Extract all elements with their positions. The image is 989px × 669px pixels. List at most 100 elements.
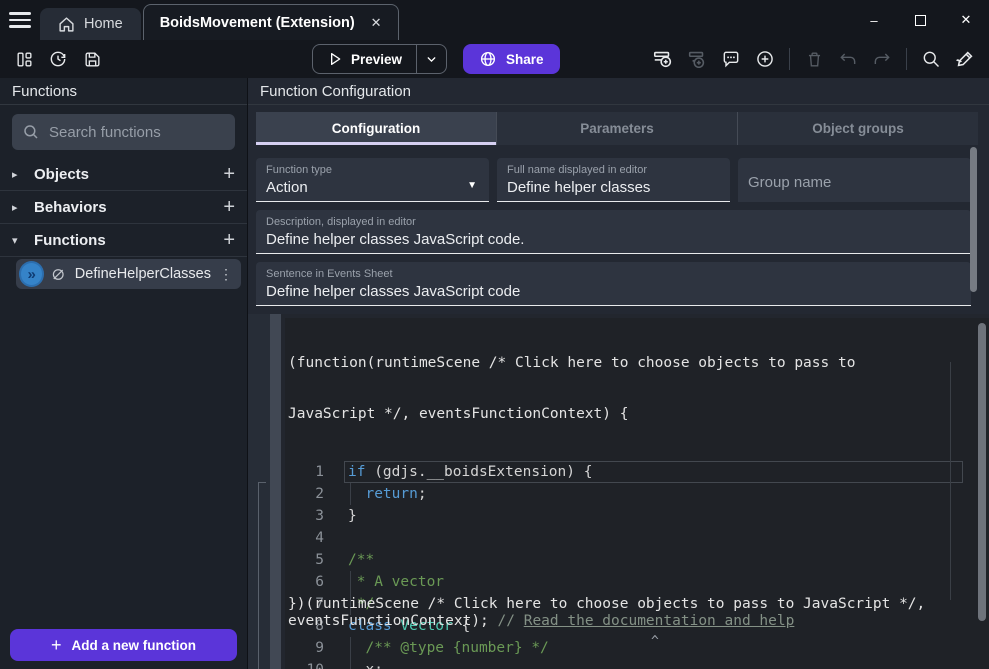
- function-type-value: Action: [266, 179, 479, 196]
- dropdown-arrow-icon: ▼: [467, 180, 477, 191]
- save-button[interactable]: [78, 45, 106, 73]
- tab-close-icon[interactable]: ✕: [371, 15, 382, 31]
- preview-button[interactable]: Preview: [312, 44, 447, 74]
- home-icon: [58, 16, 75, 33]
- window-minimize-button[interactable]: –: [851, 0, 897, 40]
- add-comment-button[interactable]: [717, 45, 745, 73]
- caret-right-icon[interactable]: ▸: [12, 168, 24, 181]
- caret-right-icon[interactable]: ▸: [12, 201, 24, 214]
- javascript-code-editor[interactable]: (function(runtimeScene /* Click here to …: [285, 318, 989, 669]
- function-type-select[interactable]: Function type Action ▼: [256, 158, 489, 202]
- line-number: 6: [285, 571, 334, 593]
- group-name-input[interactable]: [748, 174, 961, 191]
- line-number: 3: [285, 505, 334, 527]
- search-functions-box[interactable]: [12, 114, 235, 150]
- delete-button[interactable]: [800, 45, 828, 73]
- events-scrollbar[interactable]: [978, 323, 986, 621]
- add-event-button[interactable]: [649, 45, 677, 73]
- function-type-label: Function type: [266, 164, 479, 176]
- line-content[interactable]: }: [334, 505, 357, 527]
- sidebar-section-objects[interactable]: ▸ Objects +: [0, 158, 247, 191]
- plus-circle-icon: [755, 49, 775, 69]
- tab-home-label: Home: [84, 16, 123, 32]
- js-footer-comment: //: [498, 613, 524, 629]
- line-content[interactable]: * A vector: [334, 571, 444, 593]
- add-new-function-button[interactable]: + Add a new function: [10, 629, 237, 661]
- tab-object-groups[interactable]: Object groups: [737, 112, 978, 145]
- add-event-icon: [652, 48, 674, 70]
- editor-boundary-line: [950, 362, 951, 600]
- add-object-button[interactable]: +: [223, 164, 235, 184]
- js-function-header[interactable]: (function(runtimeScene /* Click here to …: [285, 318, 989, 457]
- event-drag-handle[interactable]: [270, 314, 281, 669]
- add-function-plus-button[interactable]: +: [223, 230, 235, 250]
- search-functions-input[interactable]: [49, 124, 219, 141]
- line-number: 1: [285, 461, 334, 483]
- caret-down-icon[interactable]: ▾: [12, 234, 24, 247]
- open-projects-panel-button[interactable]: [10, 45, 38, 73]
- share-button[interactable]: Share: [463, 44, 560, 74]
- config-tabs: Configuration Parameters Object groups: [256, 112, 978, 145]
- save-floppy-icon: [83, 50, 102, 69]
- globe-icon: [479, 50, 497, 68]
- js-header-line2: JavaScript */, eventsFunctionContext) {: [288, 406, 989, 423]
- function-gear-icon: »: [21, 263, 42, 285]
- line-number: 4: [285, 527, 334, 549]
- preview-options-dropdown[interactable]: [416, 45, 446, 73]
- sidebar-section-behaviors[interactable]: ▸ Behaviors +: [0, 191, 247, 224]
- js-footer-code1: })(runtimeScene /* Click here to choose …: [288, 596, 925, 612]
- line-content[interactable]: [334, 527, 348, 549]
- tab-configuration[interactable]: Configuration: [256, 112, 496, 145]
- hamburger-icon: [9, 8, 31, 32]
- code-line[interactable]: 5/**: [285, 549, 989, 571]
- play-icon: [327, 51, 343, 67]
- full-name-field[interactable]: Full name displayed in editor Define hel…: [497, 158, 730, 202]
- undo-button[interactable]: [834, 45, 862, 73]
- visibility-off-icon: [50, 266, 66, 283]
- event-selection-bracket: [258, 482, 266, 669]
- tab-boidsmovement[interactable]: BoidsMovement (Extension) ✕: [143, 4, 399, 40]
- code-line[interactable]: 2 return;: [285, 483, 989, 505]
- hamburger-menu-button[interactable]: [0, 0, 40, 40]
- function-item-menu-icon[interactable]: ⋮: [219, 266, 233, 283]
- description-field[interactable]: Description, displayed in editor Define …: [256, 210, 971, 254]
- line-content[interactable]: return;: [334, 483, 427, 505]
- line-content[interactable]: /**: [334, 549, 374, 571]
- code-line[interactable]: 10 x;: [285, 659, 989, 669]
- version-history-button[interactable]: [44, 45, 72, 73]
- line-content[interactable]: x;: [334, 659, 383, 669]
- preview-button-main[interactable]: Preview: [313, 51, 416, 67]
- code-line[interactable]: 1if (gdjs.__boidsExtension) {: [285, 461, 989, 483]
- edit-settings-button[interactable]: [951, 45, 979, 73]
- layout-panels-icon: [15, 50, 34, 69]
- js-header-line1: (function(runtimeScene /* Click here to …: [288, 355, 989, 372]
- plus-icon: +: [51, 635, 62, 656]
- window-close-button[interactable]: ✕: [943, 0, 989, 40]
- form-scrollbar[interactable]: [970, 147, 977, 292]
- code-line[interactable]: 6 * A vector: [285, 571, 989, 593]
- code-line[interactable]: 4: [285, 527, 989, 549]
- sidebar-section-functions[interactable]: ▾ Functions +: [0, 224, 247, 257]
- code-line[interactable]: 3}: [285, 505, 989, 527]
- redo-button[interactable]: [868, 45, 896, 73]
- documentation-link[interactable]: Read the documentation and help: [524, 613, 795, 629]
- events-sheet: (function(runtimeScene /* Click here to …: [248, 314, 989, 669]
- line-content[interactable]: if (gdjs.__boidsExtension) {: [334, 461, 592, 483]
- group-name-field[interactable]: [738, 158, 971, 202]
- comment-icon: [721, 49, 741, 69]
- full-name-value: Define helper classes: [507, 179, 720, 196]
- add-behavior-button[interactable]: +: [223, 197, 235, 217]
- choose-event-button[interactable]: [751, 45, 779, 73]
- indent-guide: [350, 571, 351, 593]
- window-maximize-button[interactable]: [897, 0, 943, 40]
- tab-parameters[interactable]: Parameters: [496, 112, 737, 145]
- add-subevent-button[interactable]: [683, 45, 711, 73]
- redo-icon: [872, 49, 892, 69]
- tab-home[interactable]: Home: [40, 8, 141, 40]
- share-label: Share: [506, 52, 544, 67]
- search-events-button[interactable]: [917, 45, 945, 73]
- sentence-field[interactable]: Sentence in Events Sheet Define helper c…: [256, 262, 971, 306]
- trash-icon: [805, 50, 824, 69]
- function-item-definehelperclasses[interactable]: » DefineHelperClasses ⋮: [16, 259, 241, 289]
- collapse-caret-icon[interactable]: ^: [651, 634, 659, 649]
